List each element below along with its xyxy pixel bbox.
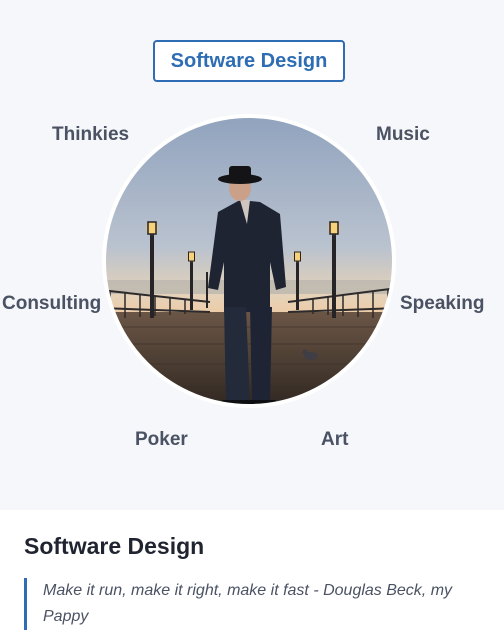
hero-section: Software Design Thinkies Music Consultin… bbox=[0, 0, 504, 510]
section-quote: Make it run, make it right, make it fast… bbox=[24, 578, 493, 630]
topic-consulting-link[interactable]: Consulting bbox=[2, 293, 101, 315]
topic-speaking-link[interactable]: Speaking bbox=[400, 293, 484, 315]
topic-poker-link[interactable]: Poker bbox=[135, 429, 188, 451]
portrait-photo bbox=[102, 114, 396, 408]
active-topic-button[interactable]: Software Design bbox=[153, 40, 345, 82]
content-section: Software Design Make it run, make it rig… bbox=[0, 510, 504, 638]
section-title: Software Design bbox=[24, 533, 205, 559]
topic-art-link[interactable]: Art bbox=[321, 429, 348, 451]
